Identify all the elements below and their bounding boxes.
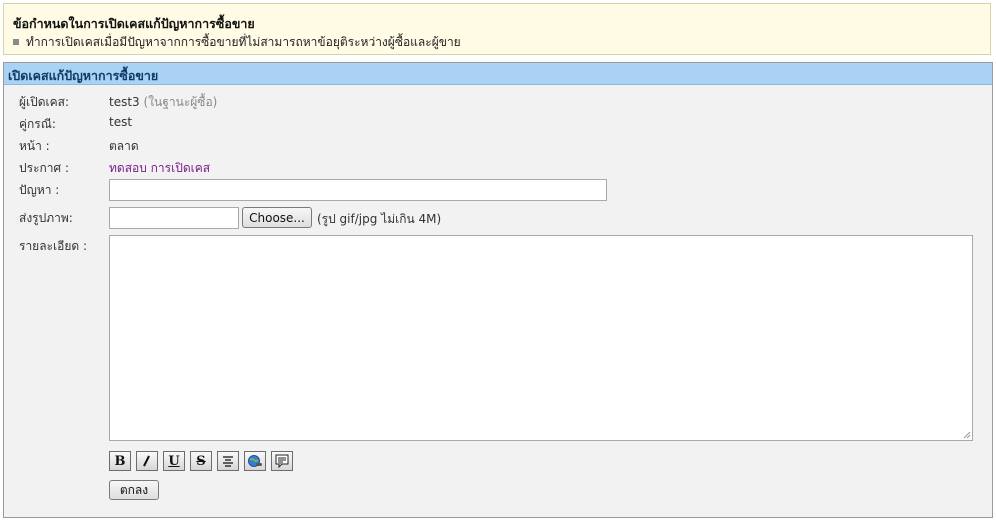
detail-label: รายละเอียด : xyxy=(19,239,88,253)
announcement-label: ประกาศ : xyxy=(19,161,69,175)
panel-header: เปิดเคสแก้ปัญหาการซื้อขาย xyxy=(4,63,992,85)
align-center-icon xyxy=(223,456,233,467)
insert-link-icon xyxy=(248,455,262,467)
notice-item: ทำการเปิดเคสเมื่อมีปัญหาจากการซื้อขายที่… xyxy=(13,33,461,52)
opener-username: test3 xyxy=(109,95,140,109)
italic-icon xyxy=(143,455,150,467)
resize-grip-icon[interactable] xyxy=(963,431,971,439)
party-label: คู่กรณี: xyxy=(19,117,56,131)
notice-title: ข้อกำหนดในการเปิดเคสแก้ปัญหาการซื้อขาย xyxy=(13,16,255,31)
detail-textarea[interactable] xyxy=(109,235,973,441)
party-value: test xyxy=(109,115,133,129)
opener-role: (ในฐานะผู้ซื้อ) xyxy=(143,95,218,109)
italic-button[interactable] xyxy=(136,451,158,471)
underline-button[interactable]: U xyxy=(163,451,185,471)
underline-icon: U xyxy=(168,453,180,469)
file-path-field[interactable] xyxy=(109,207,239,229)
opener-label: ผู้เปิดเคส: xyxy=(19,95,70,109)
align-center-button[interactable] xyxy=(217,451,239,471)
strikethrough-icon: S xyxy=(196,453,206,469)
insert-link-button[interactable] xyxy=(244,451,266,471)
bold-button[interactable]: B xyxy=(109,451,131,471)
bullet-icon xyxy=(13,39,19,45)
panel-title: เปิดเคสแก้ปัญหาการซื้อขาย xyxy=(8,68,159,83)
submit-button[interactable]: ตกลง xyxy=(109,480,159,500)
insert-quote-icon xyxy=(275,454,289,468)
strikethrough-button[interactable]: S xyxy=(190,451,212,471)
page-label: หน้า : xyxy=(19,139,50,153)
announcement-link[interactable]: ทดสอบ การเปิดเคส xyxy=(109,159,210,178)
insert-quote-button[interactable] xyxy=(271,451,293,471)
image-label: ส่งรูปภาพ: xyxy=(19,211,73,225)
choose-file-button[interactable]: Choose... xyxy=(242,207,312,228)
page-value: ตลาด xyxy=(109,139,139,153)
opener-value: test3 (ในฐานะผู้ซื้อ) xyxy=(109,93,217,112)
bold-icon: B xyxy=(114,453,126,469)
problem-input[interactable] xyxy=(109,179,607,201)
problem-label: ปัญหา : xyxy=(19,183,60,197)
notice-item-text: ทำการเปิดเคสเมื่อมีปัญหาจากการซื้อขายที่… xyxy=(26,35,461,49)
file-note: (รูป gif/jpg ไม่เกิน 4M) xyxy=(317,212,442,226)
rules-notice: ข้อกำหนดในการเปิดเคสแก้ปัญหาการซื้อขาย ท… xyxy=(3,3,991,55)
open-case-panel: เปิดเคสแก้ปัญหาการซื้อขาย ผู้เปิดเคส: te… xyxy=(3,62,993,518)
